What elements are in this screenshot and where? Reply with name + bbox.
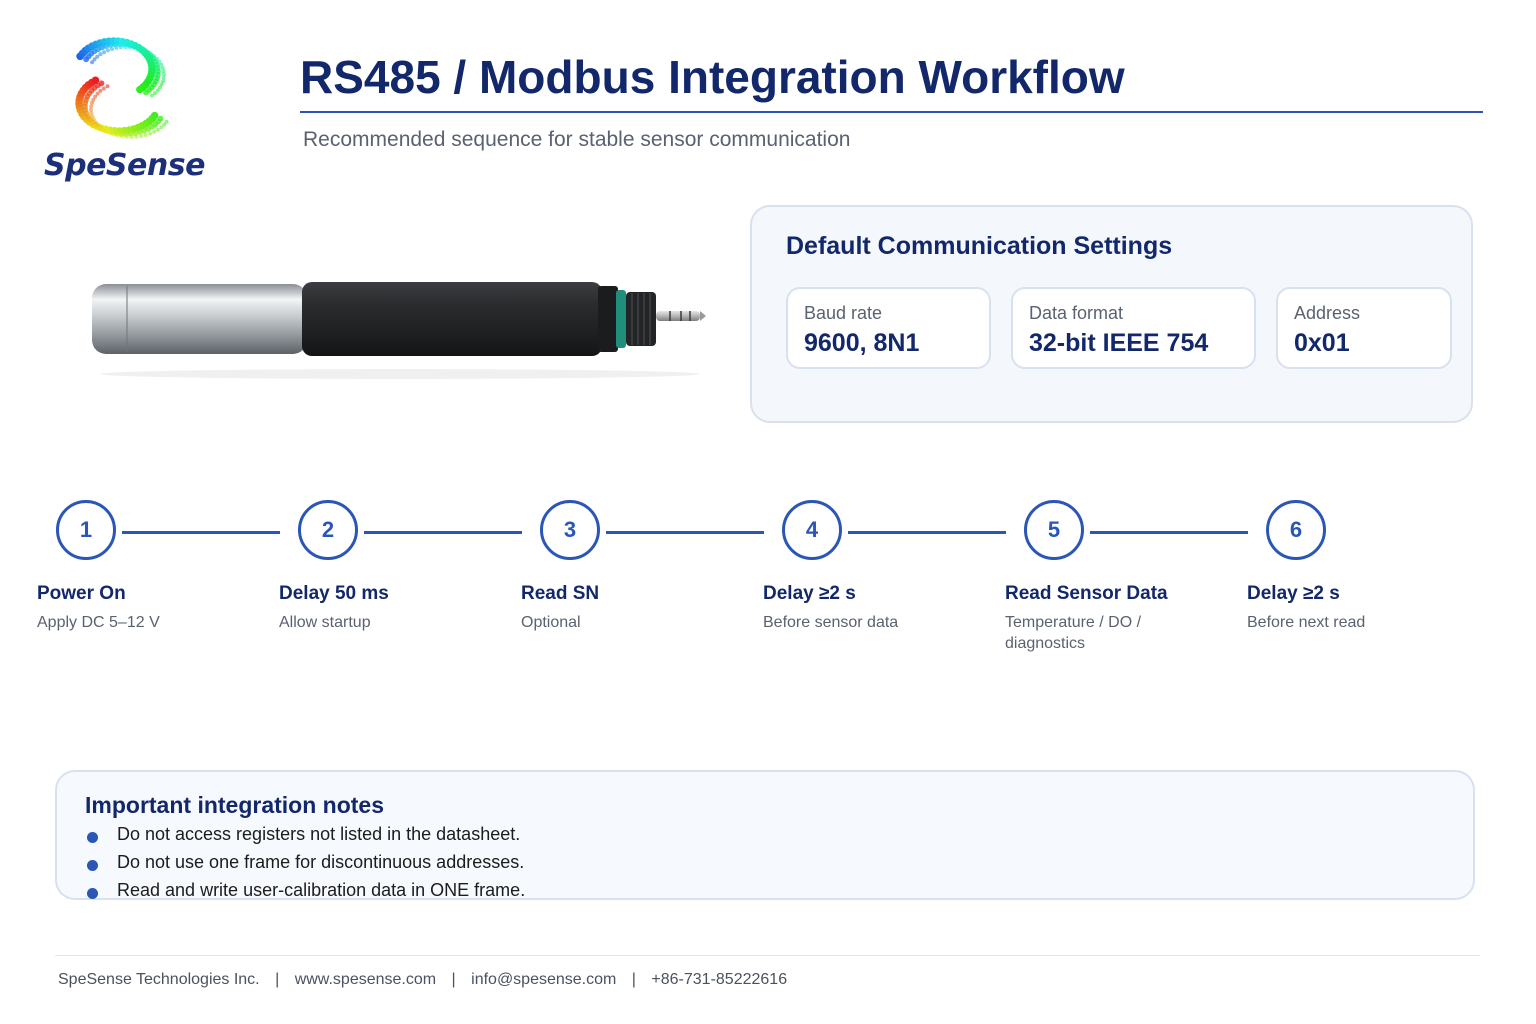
footer-divider	[55, 955, 1480, 956]
footer-separator: |	[631, 971, 636, 988]
step-connector	[848, 531, 1006, 534]
note-text: Do not use one frame for discontinuous a…	[117, 852, 525, 872]
step-number-badge: 4	[782, 500, 842, 560]
step-description: Before sensor data	[763, 614, 899, 631]
note-item: Read and write user-calibration data in …	[85, 878, 525, 906]
setting-value: 9600, 8N1	[804, 329, 920, 357]
step-number-badge: 6	[1266, 500, 1326, 560]
page-title: RS485 / Modbus Integration Workflow	[300, 51, 1125, 103]
step-number-badge: 1	[56, 500, 116, 560]
setting-address: Address 0x01	[1276, 287, 1452, 369]
footer-phone: +86-731-85222616	[651, 971, 788, 988]
step-connector	[606, 531, 764, 534]
workflow-timeline: 1 Power On Apply DC 5–12 V 2 Delay 50 ms…	[0, 495, 1536, 665]
step-number-badge: 3	[540, 500, 600, 560]
footer-company: SpeSense Technologies Inc.	[58, 971, 260, 988]
setting-label: Data format	[1029, 303, 1124, 323]
setting-label: Baud rate	[804, 303, 883, 323]
step-title: Delay ≥2 s	[1247, 583, 1340, 604]
bullet-icon	[87, 888, 98, 899]
step-connector	[1090, 531, 1248, 534]
settings-card: Default Communication Settings Baud rate…	[750, 205, 1473, 423]
title-underline	[300, 111, 1483, 113]
footer-separator: |	[451, 971, 456, 988]
step-description: Temperature / DO / diagnostics	[1005, 614, 1142, 652]
notes-list: Do not access registers not listed in th…	[85, 822, 525, 906]
note-item: Do not use one frame for discontinuous a…	[85, 850, 525, 878]
step-description: Apply DC 5–12 V	[37, 614, 160, 631]
bullet-icon	[87, 832, 98, 843]
notes-card: Important integration notes Do not acces…	[55, 770, 1475, 900]
step-title: Delay 50 ms	[279, 583, 389, 604]
note-item: Do not access registers not listed in th…	[85, 822, 525, 850]
setting-label: Address	[1294, 303, 1361, 323]
sensor-probe-image	[92, 282, 706, 379]
note-text: Do not access registers not listed in th…	[117, 824, 521, 844]
footer-website-link[interactable]: www.spesense.com	[295, 971, 436, 988]
step-description: Before next read	[1247, 614, 1366, 631]
step-title: Read SN	[521, 583, 600, 604]
footer-separator: |	[275, 971, 280, 988]
note-text: Read and write user-calibration data in …	[117, 880, 526, 900]
step-description: Optional	[521, 614, 581, 631]
setting-baud-rate: Baud rate 9600, 8N1	[786, 287, 991, 369]
step-title: Power On	[37, 583, 126, 604]
step-title: Delay ≥2 s	[763, 583, 856, 604]
settings-title: Default Communication Settings	[786, 232, 1173, 260]
step-connector	[364, 531, 522, 534]
step-connector	[122, 531, 280, 534]
notes-title: Important integration notes	[85, 792, 384, 818]
setting-value: 32-bit IEEE 754	[1029, 329, 1209, 357]
setting-value: 0x01	[1294, 329, 1350, 357]
setting-data-format: Data format 32-bit IEEE 754	[1011, 287, 1256, 369]
page-subtitle: Recommended sequence for stable sensor c…	[303, 128, 851, 151]
footer: SpeSense Technologies Inc. | www.spesens…	[58, 971, 787, 989]
bullet-icon	[87, 860, 98, 871]
step-description: Allow startup	[279, 614, 371, 631]
brand-name: SpeSense	[44, 148, 205, 183]
step-number-badge: 2	[298, 500, 358, 560]
step-number-badge: 5	[1024, 500, 1084, 560]
footer-email-link[interactable]: info@spesense.com	[471, 971, 616, 988]
step-title: Read Sensor Data	[1005, 583, 1168, 604]
